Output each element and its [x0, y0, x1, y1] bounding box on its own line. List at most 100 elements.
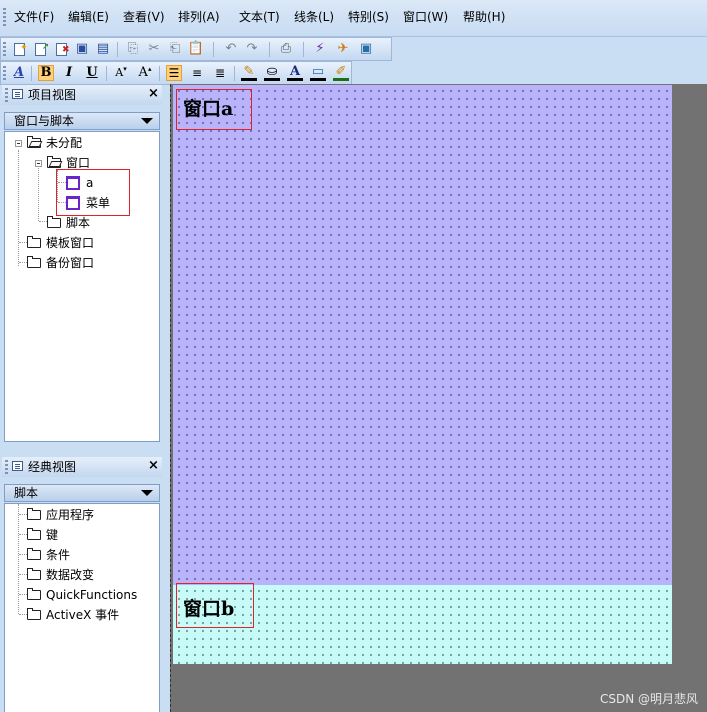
shrink-font-icon: A — [115, 66, 124, 79]
window-color-button[interactable]: ▭ — [310, 63, 326, 81]
save-button[interactable]: ▣ — [74, 41, 90, 57]
grow-font-button[interactable]: A ▴ — [137, 65, 153, 81]
format-toolbar: A B I U A ▾ A ▴ ☰ ≡ ≣ ✎ ⛀ A ▭ ✐ — [0, 61, 352, 85]
folder-icon — [27, 608, 41, 620]
tree-line — [18, 504, 19, 614]
menu-edit[interactable]: 编辑(E) — [68, 10, 109, 24]
annotation-highlight-box — [176, 89, 252, 130]
align-center-icon: ≡ — [191, 66, 203, 80]
italic-icon: I — [65, 65, 73, 80]
cut-button[interactable]: ✂ — [146, 41, 162, 57]
menu-help[interactable]: 帮助(H) — [463, 10, 505, 24]
tree-item-script[interactable]: 脚本 — [47, 214, 90, 232]
screen-button[interactable]: ▣ — [358, 41, 374, 57]
folder-icon — [27, 588, 41, 600]
save-all-button[interactable]: ▤ — [95, 41, 111, 57]
panel-icon — [12, 461, 23, 471]
classic-view-combo[interactable]: 脚本 — [4, 484, 160, 502]
tree-item-label: 应用程序 — [46, 508, 95, 522]
new-window-button[interactable]: ✦ — [11, 41, 28, 57]
underline-button[interactable]: U — [84, 65, 100, 81]
text-color-icon: A — [289, 63, 301, 79]
tree-item-activex-event[interactable]: ActiveX 事件 — [27, 606, 119, 624]
bold-button[interactable]: B — [38, 65, 54, 81]
tree-item-label: 脚本 — [66, 216, 91, 230]
italic-button[interactable]: I — [61, 65, 77, 81]
tree-item-label: 模板窗口 — [46, 236, 95, 250]
tree-item-backup-windows[interactable]: 备份窗口 — [27, 254, 94, 272]
close-icon[interactable]: × — [148, 86, 159, 102]
development-mode-button[interactable]: ⚡ — [312, 41, 328, 57]
tree-item-quickfunctions[interactable]: QuickFunctions — [27, 586, 137, 604]
folder-icon — [27, 256, 41, 268]
annotation-highlight-box — [176, 583, 254, 628]
menu-view[interactable]: 查看(V) — [123, 10, 165, 24]
highlight-button[interactable]: ✐ — [333, 63, 349, 81]
combo-value: 窗口与脚本 — [14, 114, 75, 128]
copy-button[interactable]: ⎗ — [167, 41, 183, 57]
collapse-icon[interactable] — [35, 160, 42, 167]
combo-value: 脚本 — [14, 486, 39, 500]
shrink-font-button[interactable]: A ▾ — [113, 65, 129, 81]
annotation-highlight-box — [56, 169, 130, 216]
tree-item-label: QuickFunctions — [46, 588, 138, 602]
align-left-button[interactable]: ☰ — [166, 65, 182, 81]
line-color-button[interactable]: ✎ — [241, 63, 257, 81]
clipboard-icon: 📋 — [187, 41, 205, 56]
design-workspace: 窗口a 窗口b CSDN @明月悲风 — [170, 84, 707, 712]
window-a-canvas[interactable]: 窗口a — [173, 85, 672, 585]
tree-item-unassigned[interactable]: 未分配 — [27, 134, 82, 152]
runtime-button[interactable]: ✈ — [335, 41, 351, 57]
collapse-icon[interactable] — [15, 140, 22, 147]
underline-icon: U — [86, 65, 98, 80]
paint-bucket-icon: ⛀ — [266, 63, 278, 79]
highlighter-icon: ✐ — [335, 63, 347, 79]
align-right-button[interactable]: ≣ — [212, 65, 228, 81]
tree-item-key[interactable]: 键 — [27, 526, 58, 544]
screen-icon: ▣ — [359, 41, 373, 56]
panel-title: 经典视图 — [28, 460, 77, 474]
close-icon[interactable]: × — [148, 458, 159, 474]
menu-grip[interactable] — [3, 8, 6, 26]
project-view-combo[interactable]: 窗口与脚本 — [4, 112, 160, 130]
copy-format-icon: ⎘ — [127, 41, 139, 56]
menu-special[interactable]: 特别(S) — [348, 10, 389, 24]
text-color-button[interactable]: A — [287, 63, 303, 81]
tree-item-template-windows[interactable]: 模板窗口 — [27, 234, 94, 252]
menu-text[interactable]: 文本(T) — [239, 10, 280, 24]
tree-item-condition[interactable]: 条件 — [27, 546, 70, 564]
menu-file[interactable]: 文件(F) — [14, 10, 54, 24]
classic-tree: 应用程序 键 条件 数据改变 QuickFunctions ActiveX 事件 — [4, 503, 160, 712]
redo-button[interactable]: ↷ — [244, 41, 260, 57]
folder-icon — [27, 236, 41, 248]
menu-window[interactable]: 窗口(W) — [403, 10, 448, 24]
toolbar-separator — [31, 66, 32, 81]
undo-icon: ↶ — [225, 41, 237, 56]
pen-icon: ✎ — [243, 63, 255, 79]
menu-line[interactable]: 线条(L) — [294, 10, 334, 24]
undo-button[interactable]: ↶ — [223, 41, 239, 57]
align-center-button[interactable]: ≡ — [189, 65, 205, 81]
tree-item-label: ActiveX 事件 — [46, 608, 120, 622]
arrow-up-small-icon: ▴ — [147, 65, 152, 73]
classic-view-header: 经典视图 × — [2, 457, 162, 477]
open-window-button[interactable]: ➚ — [32, 41, 50, 57]
font-button[interactable]: A — [11, 65, 27, 81]
tree-item-application[interactable]: 应用程序 — [27, 506, 94, 524]
toolbar-grip[interactable] — [3, 66, 6, 81]
copy-format-button[interactable]: ⎘ — [125, 41, 141, 57]
folder-icon — [47, 216, 61, 228]
tree-item-data-change[interactable]: 数据改变 — [27, 566, 94, 584]
tree-item-label: 键 — [46, 528, 59, 542]
window-color-icon: ▭ — [311, 63, 325, 79]
fill-color-button[interactable]: ⛀ — [264, 63, 280, 81]
paste-button[interactable]: 📋 — [188, 41, 204, 57]
window-b-canvas[interactable]: 窗口b — [173, 583, 672, 664]
panel-grip[interactable] — [5, 88, 8, 102]
scissors-icon: ✂ — [148, 41, 160, 56]
toolbar-grip[interactable] — [3, 42, 6, 57]
menu-arrange[interactable]: 排列(A) — [178, 10, 220, 24]
panel-grip[interactable] — [5, 460, 8, 474]
close-window-button[interactable]: ✖ — [53, 41, 70, 57]
print-button[interactable]: ⎙ — [278, 41, 294, 57]
